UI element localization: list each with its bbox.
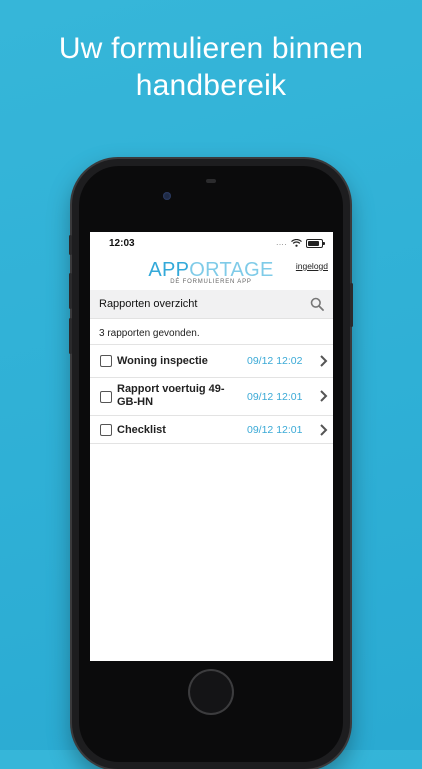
speaker-icon xyxy=(206,179,216,183)
volume-down-button xyxy=(69,318,72,354)
row-checkbox[interactable] xyxy=(100,391,112,403)
mute-switch xyxy=(69,235,72,255)
list-item[interactable]: Rapport voertuig 49-GB-HN 09/12 12:01 xyxy=(90,378,333,416)
status-time: 12:03 xyxy=(109,238,135,249)
signal-icon: .... xyxy=(276,238,287,247)
wifi-icon xyxy=(291,239,302,247)
volume-up-button xyxy=(69,273,72,309)
row-date: 09/12 12:02 xyxy=(247,355,303,367)
promo-headline: Uw formulieren binnen handbereik xyxy=(0,30,422,104)
front-camera-icon xyxy=(163,192,171,200)
logo-wordmark: APPORTAGE xyxy=(146,259,276,281)
search-icon[interactable] xyxy=(310,297,324,311)
logo-part-1: APP xyxy=(148,259,190,281)
battery-icon xyxy=(306,238,325,248)
status-bar: 12:03 .... xyxy=(90,232,333,254)
row-title: Rapport voertuig 49-GB-HN xyxy=(117,383,225,408)
list-item[interactable]: Woning inspectie 09/12 12:02 xyxy=(90,345,333,378)
row-date: 09/12 12:01 xyxy=(247,424,303,436)
logo-part-2: ORTAGE xyxy=(189,259,274,281)
chevron-right-icon[interactable] xyxy=(319,390,328,402)
row-title: Checklist xyxy=(117,424,166,436)
chevron-right-icon[interactable] xyxy=(319,355,328,367)
report-list: Woning inspectie 09/12 12:02 Rapport voe… xyxy=(90,344,333,444)
power-button xyxy=(350,283,353,327)
row-date: 09/12 12:01 xyxy=(247,391,303,403)
row-checkbox[interactable] xyxy=(100,424,112,436)
result-count: 3 rapporten gevonden. xyxy=(99,328,200,339)
app-header: APPORTAGE DÉ FORMULIEREN APP ingelogd xyxy=(90,254,333,290)
headline-line-2: handbereik xyxy=(135,69,287,102)
status-indicators: .... xyxy=(276,238,325,248)
search-bar-title: Rapporten overzicht xyxy=(99,298,198,310)
logged-in-link[interactable]: ingelogd xyxy=(296,261,328,271)
list-item[interactable]: Checklist 09/12 12:01 xyxy=(90,416,333,444)
row-checkbox[interactable] xyxy=(100,355,112,367)
search-bar[interactable]: Rapporten overzicht xyxy=(90,290,333,319)
home-button[interactable] xyxy=(190,671,232,713)
row-title: Woning inspectie xyxy=(117,355,208,367)
apportage-logo: APPORTAGE DÉ FORMULIEREN APP xyxy=(146,259,276,285)
chevron-right-icon[interactable] xyxy=(319,424,328,436)
app-screen: 12:03 .... APPORTAGE DÉ FORMULIEREN APP … xyxy=(90,232,333,661)
headline-line-1: Uw formulieren binnen xyxy=(58,32,364,65)
